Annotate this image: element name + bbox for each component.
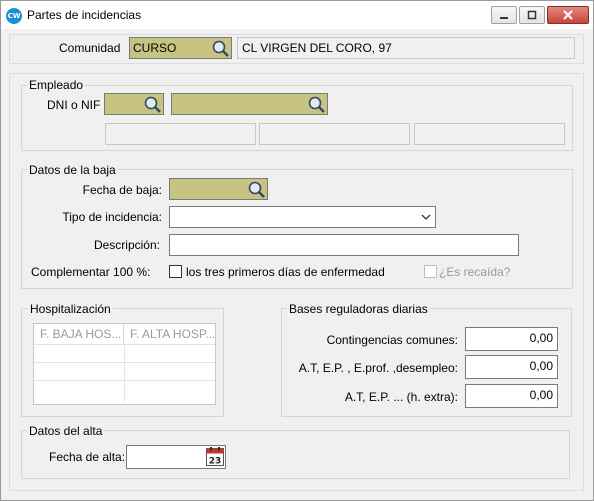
community-code-value: CURSO	[133, 41, 177, 55]
description-input[interactable]	[169, 234, 519, 256]
search-icon[interactable]	[247, 180, 266, 199]
bases-row-1-value: 0,00	[529, 331, 553, 345]
relapse-label: ¿Es recaída?	[439, 265, 511, 279]
bases-row-2-label: A.T, E.P. , E.prof. ,desempleo:	[298, 361, 458, 375]
window-title: Partes de incidencias	[27, 8, 142, 22]
relapse-checkbox[interactable]	[424, 265, 437, 278]
close-icon	[563, 10, 573, 20]
calendar-icon[interactable]: 23	[206, 447, 224, 466]
maximize-icon	[527, 10, 537, 20]
close-button[interactable]	[547, 6, 589, 24]
grid-divider	[124, 344, 125, 402]
bases-row-1-input[interactable]: 0,00	[465, 327, 558, 351]
discharge-date-label: Fecha de alta:	[49, 450, 126, 464]
chevron-down-icon	[421, 214, 431, 220]
employee-info-2	[259, 123, 410, 145]
employee-group-title: Empleado	[27, 78, 86, 92]
nif-field[interactable]	[104, 93, 164, 115]
employee-info-1	[105, 123, 256, 145]
incidence-type-label: Tipo de incidencia:	[62, 210, 162, 224]
community-label: Comunidad	[59, 41, 121, 55]
hospital-group-title: Hospitalización	[28, 302, 113, 316]
employee-info-3	[414, 123, 565, 145]
hospital-col-start[interactable]: F. BAJA HOS...	[34, 324, 124, 344]
minimize-button[interactable]	[491, 6, 517, 24]
community-name-value: CL VIRGEN DEL CORO, 97	[242, 41, 392, 55]
maximize-button[interactable]	[519, 6, 545, 24]
bases-row-1-label: Contingencias comunes:	[326, 333, 458, 347]
community-code-field[interactable]: CURSO	[129, 37, 232, 59]
employee-name-field[interactable]	[171, 93, 328, 115]
discharge-date-input[interactable]: 23	[126, 445, 226, 469]
search-icon[interactable]	[211, 39, 230, 58]
bases-row-3-value: 0,00	[529, 388, 553, 402]
incidence-type-select[interactable]	[169, 206, 436, 228]
first-three-days-label: los tres primeros días de enfermedad	[186, 265, 385, 279]
app-logo-icon: CW	[6, 8, 22, 24]
window: CW Partes de incidencias Comunidad CURSO…	[0, 0, 594, 501]
discharge-group-title: Datos del alta	[27, 424, 105, 438]
calendar-day: 23	[209, 457, 222, 467]
first-three-days-checkbox[interactable]	[169, 265, 182, 278]
complement-label: Complementar 100 %:	[31, 265, 151, 279]
search-icon[interactable]	[143, 95, 162, 114]
bases-row-3-label: A.T, E.P. ... (h. extra):	[344, 390, 458, 404]
bases-row-3-input[interactable]: 0,00	[465, 384, 558, 408]
nif-label: DNI o NIF	[47, 98, 101, 112]
hospital-grid[interactable]: F. BAJA HOS... F. ALTA HOSP...	[33, 323, 216, 405]
leave-date-label: Fecha de baja:	[82, 183, 162, 197]
bases-row-2-value: 0,00	[529, 359, 553, 373]
leave-group-title: Datos de la baja	[27, 163, 118, 177]
title-bar: CW Partes de incidencias	[1, 1, 593, 29]
hospital-col-end[interactable]: F. ALTA HOSP...	[124, 324, 216, 344]
community-name-field: CL VIRGEN DEL CORO, 97	[237, 37, 575, 59]
bases-row-2-input[interactable]: 0,00	[465, 355, 558, 379]
description-label: Descripción:	[93, 238, 160, 252]
search-icon[interactable]	[307, 95, 326, 114]
bases-group-title: Bases reguladoras diarias	[287, 302, 430, 316]
minimize-icon	[500, 17, 508, 19]
leave-date-field[interactable]	[169, 178, 268, 200]
